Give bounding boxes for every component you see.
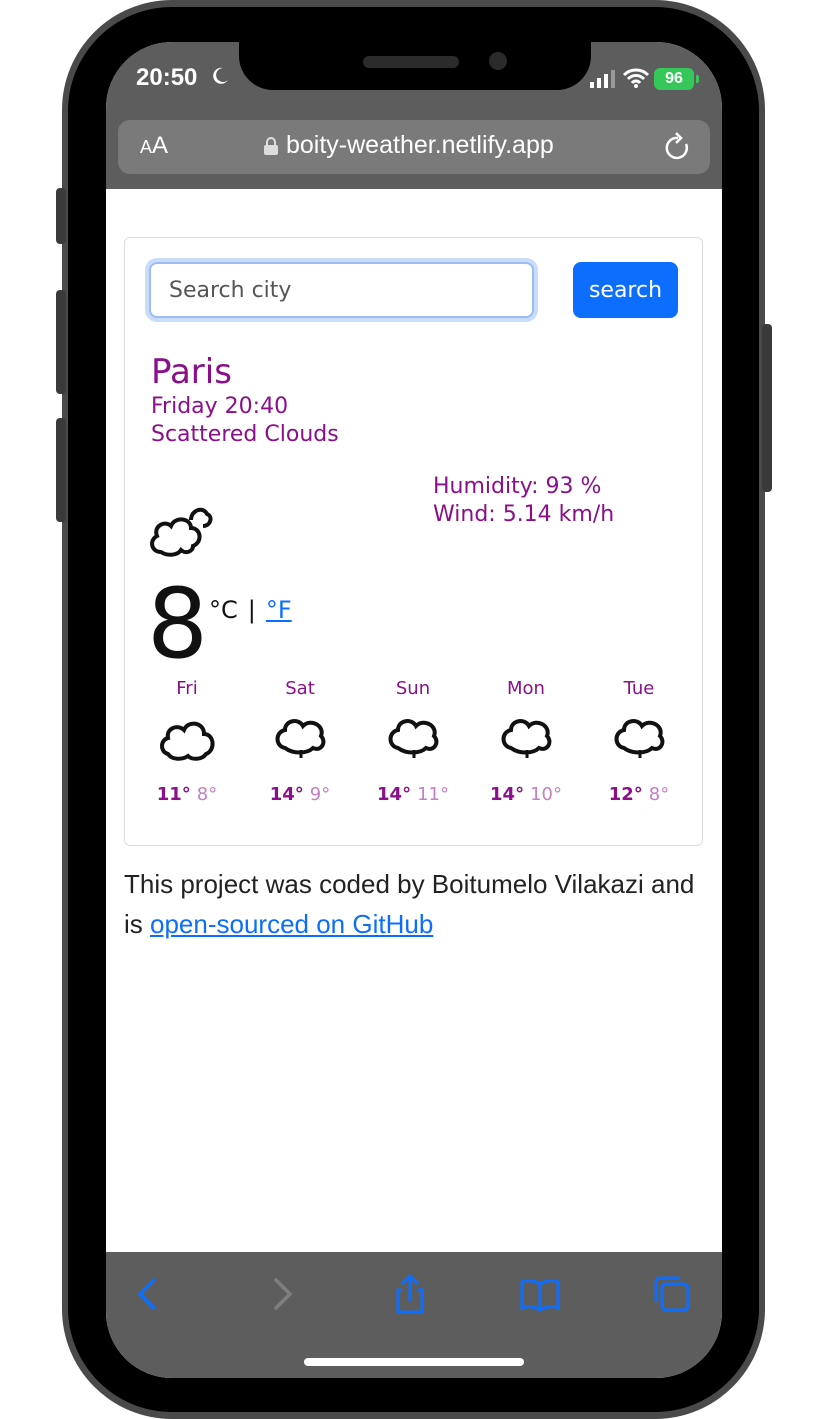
- forecast-min: 11°: [417, 784, 449, 805]
- forecast-min: 8°: [196, 784, 218, 805]
- tabs-icon[interactable]: [652, 1274, 692, 1314]
- forecast: Fri 11° 8° Sat 14° 9° Sun 14° 11° Mon 14…: [125, 678, 702, 828]
- status-time: 20:50: [136, 64, 198, 91]
- forecast-max: 14°: [490, 784, 525, 805]
- cloud-icon: [275, 719, 326, 758]
- browser-toolbar: [106, 1252, 722, 1378]
- forecast-day-name: Sat: [285, 678, 315, 699]
- text-size-button[interactable]: AA: [140, 132, 168, 160]
- share-icon[interactable]: [390, 1274, 430, 1314]
- volume-down-button: [56, 418, 66, 522]
- phone-screen: 20:50 96 AA boity-weather.netlify.app Se…: [106, 42, 722, 1378]
- moon-icon: [213, 67, 228, 84]
- forecast-min: 8°: [648, 784, 670, 805]
- current-datetime: Friday 20:40: [151, 394, 289, 419]
- forecast-max: 11°: [156, 784, 191, 805]
- forecast-day: Fri 11° 8°: [137, 678, 237, 805]
- forecast-day-name: Sun: [395, 678, 431, 699]
- signal-icon: [590, 70, 615, 88]
- reload-icon[interactable]: [664, 132, 692, 162]
- lock-icon: [264, 137, 278, 155]
- weather-description: Scattered Clouds: [151, 422, 339, 447]
- address-bar[interactable]: AA boity-weather.netlify.app: [118, 120, 710, 174]
- celsius-unit: °C: [209, 596, 238, 624]
- url-text[interactable]: boity-weather.netlify.app: [286, 131, 554, 160]
- unit-separator: |: [247, 596, 256, 624]
- battery-indicator: 96: [654, 68, 699, 90]
- home-indicator: [304, 1358, 524, 1366]
- weather-card: search Paris Friday 20:40 Scattered Clou…: [124, 237, 703, 846]
- notch: [239, 42, 591, 90]
- forecast-day: Mon 14° 10°: [476, 678, 576, 805]
- cloud-icon: [160, 721, 215, 761]
- forecast-day-name: Fri: [176, 678, 198, 699]
- cloud-icon: [501, 719, 552, 758]
- humidity: Humidity: 93 %: [433, 474, 602, 499]
- mute-switch: [56, 188, 66, 244]
- github-link[interactable]: open-sourced on GitHub: [150, 909, 433, 939]
- footer-credit: This project was coded by Boitumelo Vila…: [124, 864, 704, 944]
- back-icon[interactable]: [128, 1274, 168, 1314]
- search-button[interactable]: search: [573, 262, 678, 318]
- forecast-day-name: Mon: [507, 678, 545, 699]
- city-name: Paris: [151, 352, 232, 392]
- cloud-icon: [614, 719, 665, 758]
- wind-speed: Wind: 5.14 km/h: [433, 502, 615, 527]
- scattered-clouds-icon: [150, 507, 213, 557]
- forecast-day-name: Tue: [623, 678, 655, 699]
- unit-toggle: °C | °F: [209, 596, 292, 624]
- browser-top-bar: 20:50 96 AA boity-weather.netlify.app: [106, 42, 722, 189]
- forecast-day: Tue 12° 8°: [589, 678, 689, 805]
- power-button: [762, 324, 772, 492]
- forecast-day: Sun 14° 11°: [363, 678, 463, 805]
- cloud-icon: [388, 719, 439, 758]
- forecast-min: 9°: [309, 784, 331, 805]
- bookmarks-icon[interactable]: [520, 1274, 560, 1314]
- search-input[interactable]: [149, 262, 534, 318]
- fahrenheit-link[interactable]: °F: [266, 596, 292, 624]
- forecast-min: 10°: [530, 784, 562, 805]
- current-temperature: 8: [147, 568, 209, 680]
- speaker: [363, 56, 459, 68]
- forecast-max: 12°: [608, 784, 643, 805]
- forecast-day: Sat 14° 9°: [250, 678, 350, 805]
- forecast-max: 14°: [269, 784, 304, 805]
- camera: [489, 52, 507, 70]
- forward-icon[interactable]: [262, 1274, 302, 1314]
- volume-up-button: [56, 290, 66, 394]
- forecast-max: 14°: [377, 784, 412, 805]
- wifi-icon: [622, 68, 650, 88]
